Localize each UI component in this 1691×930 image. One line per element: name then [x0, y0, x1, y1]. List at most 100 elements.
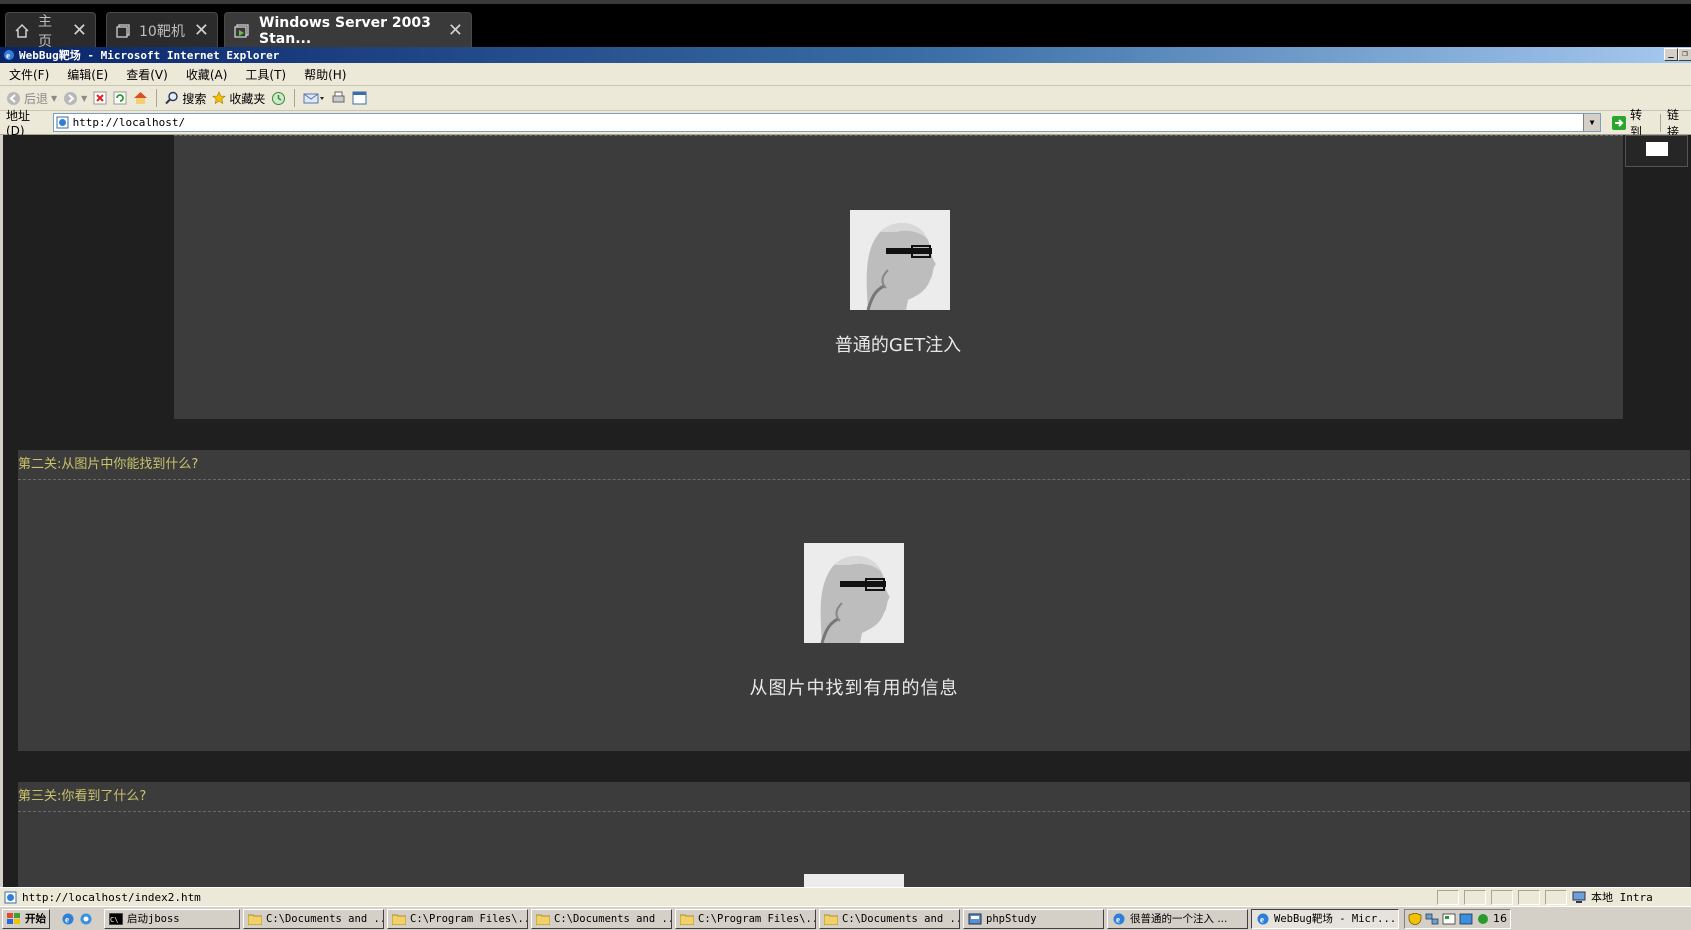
vm-tab-label: 10靶机 [139, 23, 185, 40]
dropdown-arrow-icon[interactable]: ▼ [81, 94, 87, 103]
windows-logo-icon [7, 912, 20, 924]
address-label: 地址(D) [6, 109, 31, 138]
taskbar-item-label: 启动jboss [127, 913, 180, 925]
level-panel: 第三关:你看到了什么? [18, 782, 1690, 887]
close-icon[interactable]: ✕ [72, 20, 87, 41]
taskbar-item[interactable]: C:\Program Files\... [675, 908, 816, 929]
security-zone: 本地 Intra [1591, 891, 1653, 904]
back-label: 后退 [24, 91, 49, 106]
taskbar: 开始 e C\ 启动jboss C:\Documents and ... C:\… [0, 906, 1691, 930]
status-cell [1491, 889, 1513, 905]
outlook-icon[interactable] [79, 913, 93, 925]
menu-view[interactable]: 查看(V) [117, 66, 177, 83]
status-cell [1437, 889, 1459, 905]
home-icon [15, 23, 29, 38]
address-input[interactable]: http://localhost/ ▼ [52, 113, 1602, 132]
back-button[interactable]: 后退 ▼ [6, 90, 57, 107]
close-icon[interactable]: ✕ [448, 20, 463, 41]
vm-tab-label: 主页 [38, 13, 52, 50]
folder-icon [824, 914, 838, 925]
chevron-down-icon: ▼ [1589, 118, 1595, 127]
clock[interactable]: 16 [1493, 912, 1507, 925]
cmd-icon: C\ [109, 912, 123, 925]
vm-tab-strip: 主页 ✕ 10靶机 ✕ Windows Server 2003 Stan... … [0, 0, 1691, 50]
status-cell [1464, 889, 1486, 905]
ie-icon: e [1257, 913, 1269, 924]
dropdown-arrow-icon[interactable]: ▼ [51, 94, 57, 103]
restore-button[interactable]: ❐ [1678, 48, 1691, 61]
forward-button[interactable]: ▼ [63, 91, 87, 106]
level-heading[interactable]: 第三关:你看到了什么? [18, 782, 1690, 812]
mail-icon[interactable] [303, 91, 325, 105]
menu-file[interactable]: 文件(F) [0, 66, 58, 83]
menu-favorites[interactable]: 收藏(A) [177, 66, 237, 83]
taskbar-item[interactable]: e 很普通的一个注入 ... [1107, 908, 1248, 929]
toolbar-separator [1660, 113, 1661, 132]
stop-icon[interactable] [93, 91, 107, 105]
tray-app-icon[interactable] [1459, 913, 1473, 925]
search-button[interactable]: 搜索 [165, 90, 206, 107]
level-caption: 普通的GET注入 [834, 335, 962, 356]
vm-tab-target[interactable]: 10靶机 ✕ [106, 12, 218, 48]
toolbar-separator [294, 89, 296, 107]
close-icon[interactable]: ✕ [194, 20, 209, 41]
address-value: http://localhost/ [72, 116, 186, 129]
menu-tools[interactable]: 工具(T) [236, 66, 295, 83]
window-title: WebBug靶场 - Microsoft Internet Explorer [19, 49, 280, 62]
print-icon[interactable] [331, 91, 346, 105]
toolbar-separator [156, 89, 158, 107]
menu-help[interactable]: 帮助(H) [295, 66, 355, 83]
favorites-label: 收藏夹 [229, 91, 266, 106]
face-image[interactable] [804, 874, 904, 887]
quick-launch: e [53, 913, 101, 925]
vm-tab-windows-server[interactable]: Windows Server 2003 Stan... ✕ [224, 12, 472, 48]
folder-icon [248, 914, 262, 925]
taskbar-item[interactable]: C:\Program Files\... [387, 908, 528, 929]
ie-icon: e [1113, 913, 1125, 924]
taskbar-item[interactable]: C:\Documents and ... [819, 908, 960, 929]
start-button[interactable]: 开始 [2, 908, 50, 929]
back-arrow-icon [7, 91, 20, 105]
refresh-icon[interactable] [113, 91, 127, 105]
taskbar-item[interactable]: phpStudy [963, 908, 1104, 929]
tray-app-icon[interactable] [1442, 913, 1456, 925]
address-dropdown-button[interactable]: ▼ [1583, 114, 1601, 131]
taskbar-item[interactable]: C\ 启动jboss [104, 908, 240, 929]
history-icon[interactable] [271, 91, 286, 106]
favorites-button[interactable]: 收藏夹 [212, 90, 265, 107]
taskbar-item-label: C:\Program Files\... [698, 912, 816, 925]
taskbar-item-active[interactable]: e WebBug靶场 - Micr... [1251, 908, 1399, 929]
face-image[interactable] [804, 543, 904, 643]
network-icon[interactable] [1425, 913, 1439, 925]
ie-title-bar: e WebBug靶场 - Microsoft Internet Explorer… [0, 47, 1691, 63]
taskbar-item-label: phpStudy [986, 912, 1037, 925]
ie-icon: e [4, 50, 14, 61]
taskbar-item-label: C:\Documents and ... [266, 912, 384, 925]
folder-icon [536, 914, 550, 925]
status-cell [1518, 889, 1540, 905]
search-icon [165, 91, 179, 105]
face-image[interactable] [850, 210, 950, 310]
app-icon [968, 913, 982, 924]
taskbar-item[interactable]: C:\Documents and ... [531, 908, 672, 929]
level-panel: 普通的GET注入 [174, 135, 1623, 419]
ie-icon[interactable]: e [61, 913, 75, 925]
scroll-indicator[interactable] [1625, 135, 1688, 167]
taskbar-item-label: C:\Program Files\... [410, 912, 528, 925]
edit-icon[interactable] [352, 91, 367, 105]
star-icon [212, 91, 227, 105]
tray-app-icon[interactable] [1476, 913, 1490, 925]
intranet-icon [1572, 891, 1586, 903]
ie-toolbar: 后退 ▼ ▼ 搜索 收藏夹 [0, 86, 1691, 111]
taskbar-item-label: 很普通的一个注入 ... [1130, 913, 1228, 925]
taskbar-item[interactable]: C:\Documents and ... [243, 908, 384, 929]
minimize-button[interactable]: _ [1664, 48, 1678, 61]
level-caption: 从图片中找到有用的信息 [749, 678, 959, 699]
page-icon [56, 116, 69, 129]
shield-icon[interactable] [1408, 912, 1422, 925]
vm-tab-home[interactable]: 主页 ✕ [5, 12, 96, 50]
home-icon[interactable] [133, 91, 148, 105]
level-heading[interactable]: 第二关:从图片中你能找到什么? [18, 450, 1690, 480]
menu-edit[interactable]: 编辑(E) [58, 66, 117, 83]
vm-tab-label: Windows Server 2003 Stan... [259, 14, 431, 47]
